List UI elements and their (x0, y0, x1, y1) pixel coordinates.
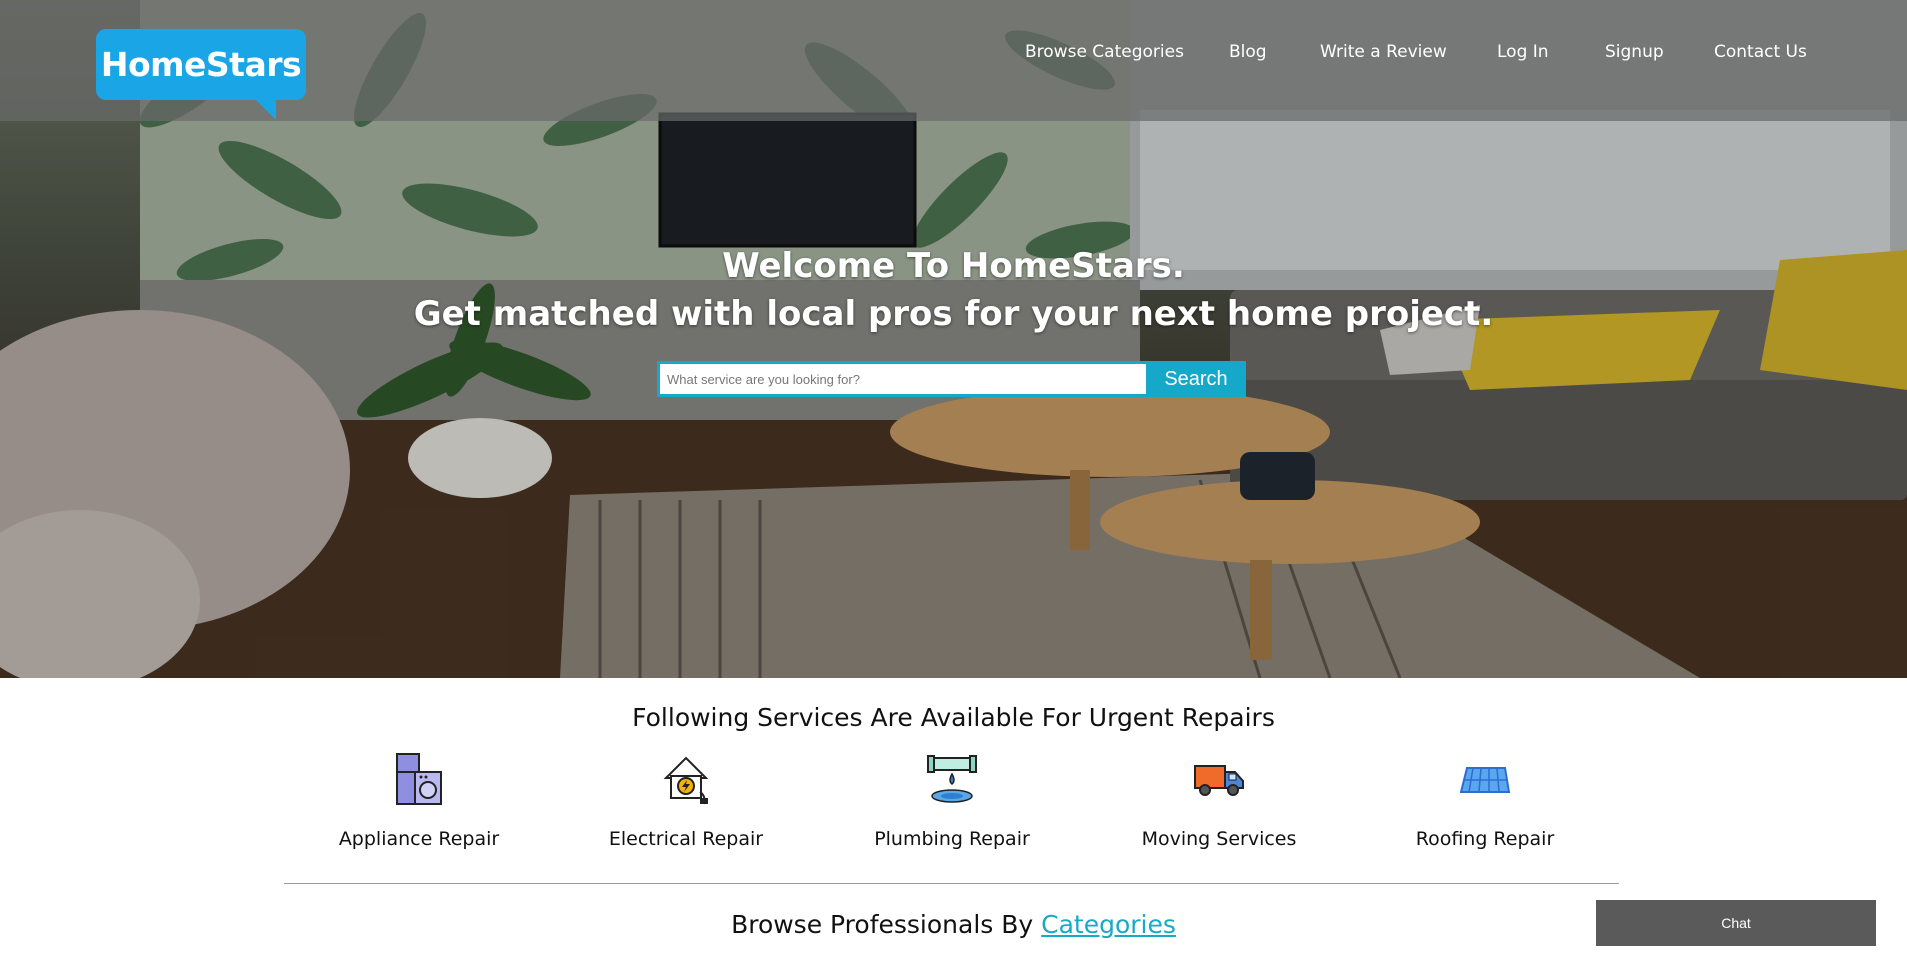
plumbing-icon (927, 755, 977, 803)
search-button[interactable]: Search (1146, 361, 1246, 397)
section-divider (284, 883, 1619, 884)
search-bar: Search (657, 361, 1246, 397)
nav-browse-categories[interactable]: Browse Categories (1025, 42, 1184, 62)
hero-subheading: Get matched with local pros for your nex… (413, 294, 1494, 334)
nav-signup[interactable]: Signup (1605, 42, 1664, 62)
chat-button[interactable]: Chat (1596, 900, 1876, 946)
nav-links: Browse Categories Blog Write a Review Lo… (0, 42, 1907, 66)
service-electrical-repair[interactable]: Electrical Repair (576, 752, 796, 862)
electrical-icon (663, 756, 709, 805)
service-appliance-repair[interactable]: Appliance Repair (309, 752, 529, 862)
service-label: Plumbing Repair (874, 828, 1030, 850)
nav-blog[interactable]: Blog (1229, 42, 1267, 62)
nav-log-in[interactable]: Log In (1497, 42, 1549, 62)
moving-truck-icon (1194, 765, 1244, 796)
roofing-icon (1459, 767, 1511, 793)
hero-welcome-heading: Welcome To HomeStars. (722, 246, 1185, 286)
services-heading: Following Services Are Available For Urg… (632, 703, 1275, 732)
search-input[interactable] (660, 364, 1146, 394)
service-label: Roofing Repair (1415, 828, 1555, 850)
service-label: Electrical Repair (608, 828, 764, 850)
nav-contact-us[interactable]: Contact Us (1714, 42, 1807, 62)
service-moving-services[interactable]: Moving Services (1109, 752, 1329, 862)
browse-prefix: Browse Professionals By (731, 910, 1042, 939)
top-navbar: HomeStars Browse Categories Blog Write a… (0, 0, 1907, 121)
service-label: Moving Services (1141, 828, 1297, 850)
nav-write-review[interactable]: Write a Review (1320, 42, 1447, 62)
logo-speech-tail (246, 90, 276, 120)
service-roofing-repair[interactable]: Roofing Repair (1375, 752, 1595, 862)
service-label: Appliance Repair (338, 828, 500, 850)
appliance-icon (396, 753, 442, 805)
service-plumbing-repair[interactable]: Plumbing Repair (842, 752, 1062, 862)
hero-banner: HomeStars Browse Categories Blog Write a… (0, 0, 1907, 678)
categories-link[interactable]: Categories (1041, 910, 1176, 939)
